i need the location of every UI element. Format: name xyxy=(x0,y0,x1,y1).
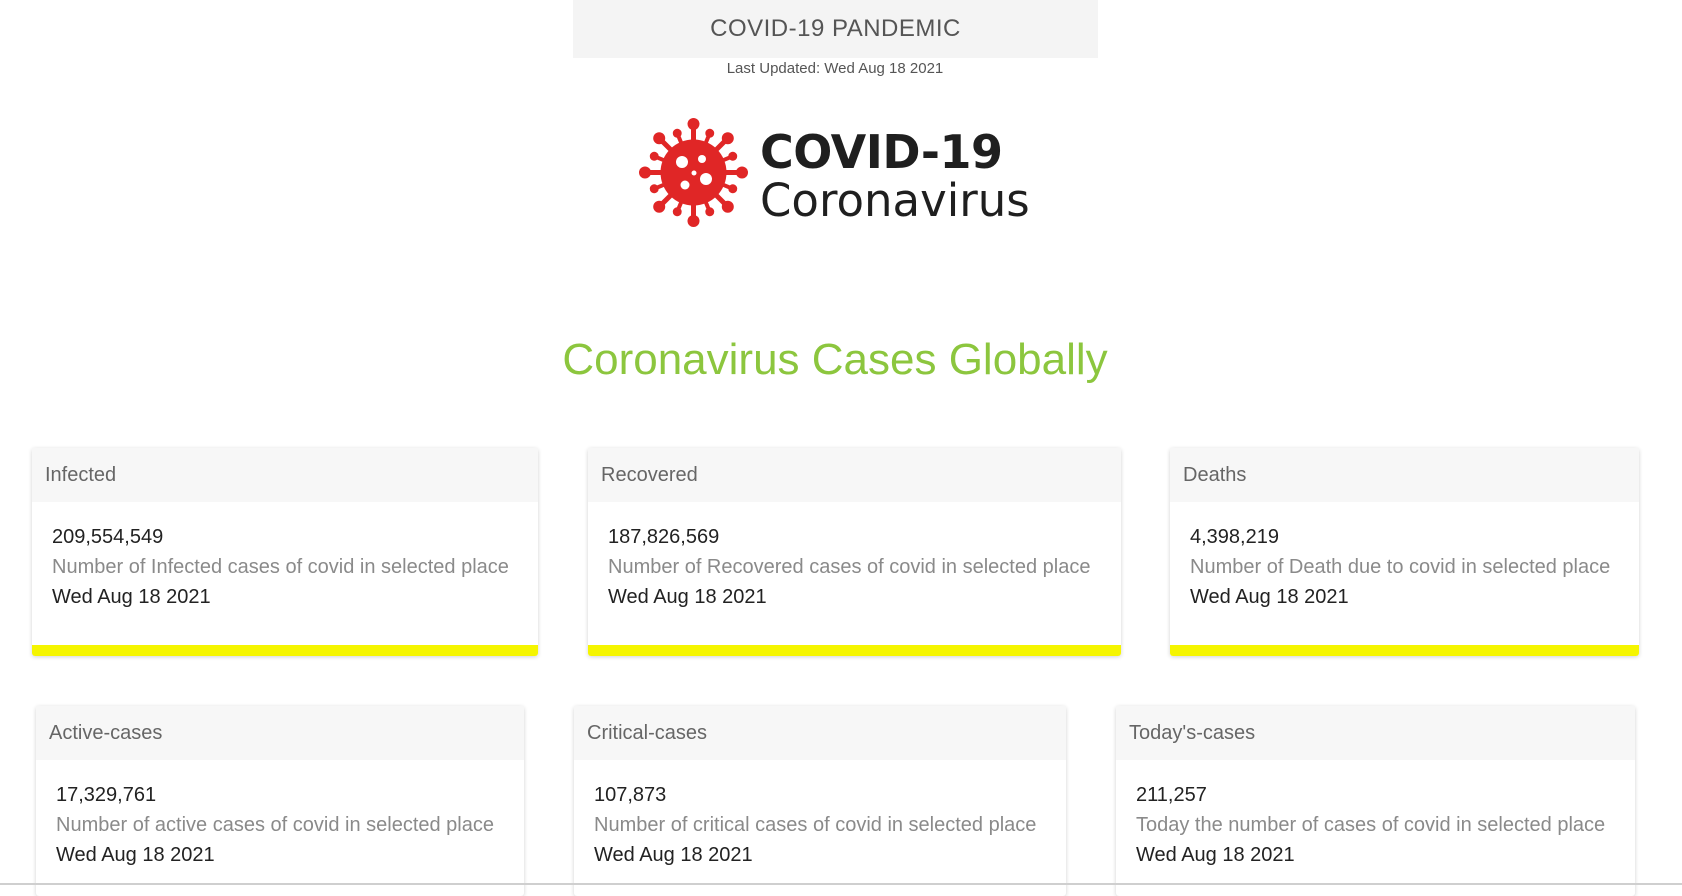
todays-cases-card: Today's-cases 211,257 Today the number o… xyxy=(1116,706,1635,896)
card-value: 107,873 xyxy=(594,784,667,806)
covid-logo: COVID-19 Coronavirus xyxy=(636,115,1036,230)
card-description: Today the number of cases of covid in se… xyxy=(1136,814,1606,836)
logo-subtitle: Coronavirus xyxy=(760,174,1030,227)
card-description: Number of Infected cases of covid in sel… xyxy=(52,556,509,578)
logo-title: COVID-19 xyxy=(760,125,1003,179)
deaths-card: Deaths 4,398,219 Number of Death due to … xyxy=(1170,448,1639,656)
active-cases-card: Active-cases 17,329,761 Number of active… xyxy=(36,706,524,896)
card-value: 209,554,549 xyxy=(52,526,164,548)
card-value: 17,329,761 xyxy=(56,784,157,806)
card-header: Critical-cases xyxy=(574,706,1066,760)
virus-icon xyxy=(639,118,748,227)
page-headline: Coronavirus Cases Globally xyxy=(562,335,1108,384)
card-date: Wed Aug 18 2021 xyxy=(56,844,215,866)
card-date: Wed Aug 18 2021 xyxy=(608,586,767,608)
last-updated: Last Updated: Wed Aug 18 2021 xyxy=(726,60,944,77)
card-value: 187,826,569 xyxy=(608,526,720,548)
recovered-card: Recovered 187,826,569 Number of Recovere… xyxy=(588,448,1121,656)
card-date: Wed Aug 18 2021 xyxy=(594,844,753,866)
card-header: Infected xyxy=(32,448,538,502)
card-description: Number of Death due to covid in selected… xyxy=(1190,556,1611,578)
card-header: Recovered xyxy=(588,448,1121,502)
card-description: Number of critical cases of covid in sel… xyxy=(594,814,1037,836)
card-accent-bar xyxy=(32,645,538,656)
critical-cases-card: Critical-cases 107,873 Number of critica… xyxy=(574,706,1066,896)
app-title: COVID-19 PANDEMIC xyxy=(710,15,961,42)
card-header: Deaths xyxy=(1170,448,1639,502)
card-header: Active-cases xyxy=(36,706,524,760)
card-description: Number of Recovered cases of covid in se… xyxy=(608,556,1091,578)
infected-card: Infected 209,554,549 Number of Infected … xyxy=(32,448,538,656)
card-value: 211,257 xyxy=(1136,784,1207,806)
card-accent-bar xyxy=(588,645,1121,656)
card-description: Number of active cases of covid in selec… xyxy=(56,814,494,836)
card-date: Wed Aug 18 2021 xyxy=(1136,844,1295,866)
app-header: COVID-19 PANDEMIC xyxy=(573,0,1098,58)
card-value: 4,398,219 xyxy=(1190,526,1279,548)
card-date: Wed Aug 18 2021 xyxy=(52,586,211,608)
card-date: Wed Aug 18 2021 xyxy=(1190,586,1349,608)
card-header: Today's-cases xyxy=(1116,706,1635,760)
card-accent-bar xyxy=(1170,645,1639,656)
